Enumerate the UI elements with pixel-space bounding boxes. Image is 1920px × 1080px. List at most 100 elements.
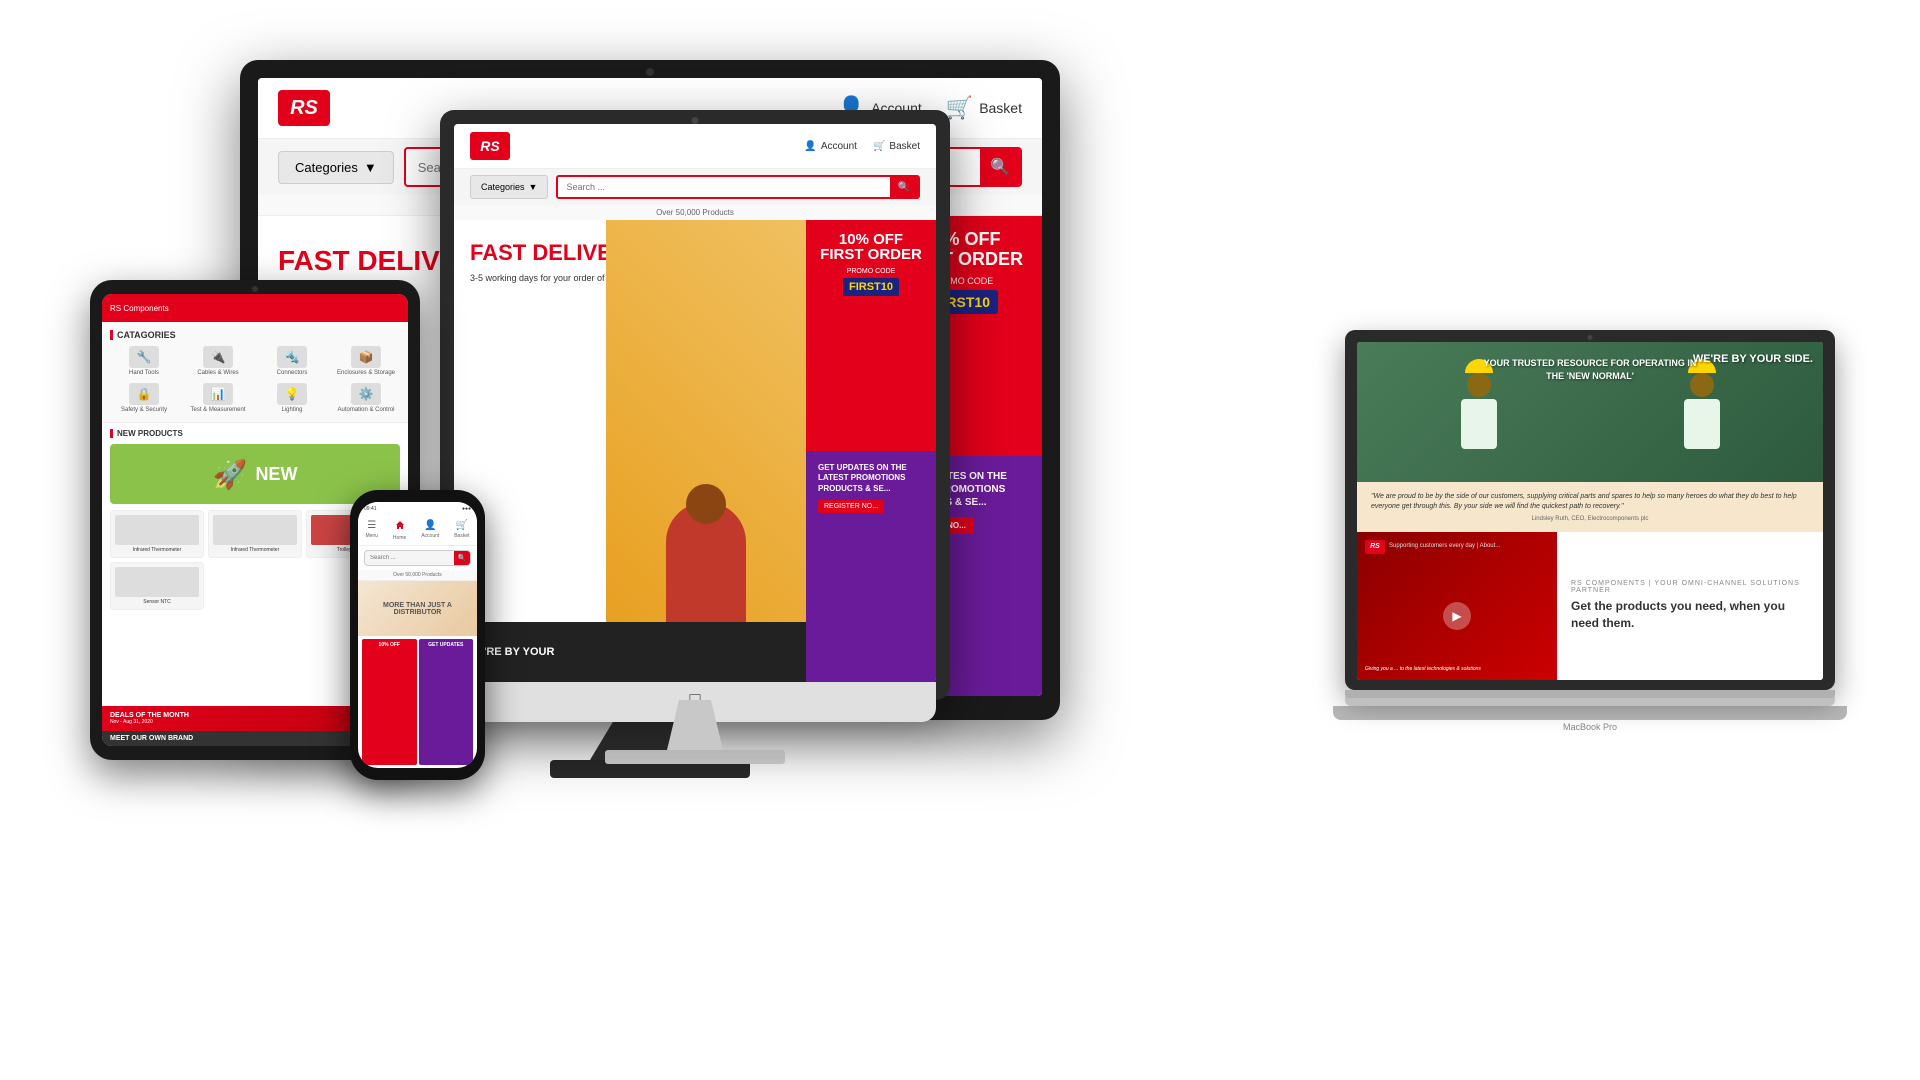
imac-basket-nav[interactable]: 🛒 Basket (873, 141, 920, 152)
imac-search-button[interactable]: 🔍 (890, 177, 918, 197)
automation-icon: ⚙️ (351, 383, 381, 405)
imac-updates-box: GET UPDATES ON THE LATEST PROMOTIONS PRO… (806, 451, 936, 682)
lighting-icon: 💡 (277, 383, 307, 405)
automation-label: Automation & Control (332, 407, 400, 414)
menu-icon: ☰ (367, 520, 376, 531)
product-infrared-1[interactable]: Infrared Thermometer (110, 510, 204, 558)
iphone-nav-menu-label: Menu (365, 533, 378, 539)
imac-camera (692, 117, 699, 124)
laptop-camera (1588, 335, 1593, 340)
imac-promo-off: 10% OFF (818, 232, 924, 247)
cables-label: Cables & Wires (184, 370, 252, 377)
new-label: NEW (255, 464, 297, 485)
rocket-icon: 🚀 (213, 458, 248, 491)
cat-test[interactable]: 📊 Test & Measurement (184, 383, 252, 414)
rs-logo: RS (278, 90, 330, 126)
iphone-nav-home-label: Home (393, 535, 406, 541)
imac-categories-button[interactable]: Categories ▼ (470, 175, 548, 199)
imac-account-icon: 👤 (804, 141, 816, 152)
hand-tools-label: Hand Tools (110, 370, 178, 377)
iphone-notch (393, 490, 443, 502)
laptop-video-title-text: Supporting customers every day | About..… (1389, 543, 1500, 551)
laptop-get-products: Get the products you need, when you need… (1571, 598, 1809, 632)
product-sensor[interactable]: Sensor NTC (110, 562, 204, 610)
main-scene: RS 👤 Account 🛒 Basket (0, 0, 1920, 1080)
test-icon: 📊 (203, 383, 233, 405)
basket-label: Basket (979, 100, 1022, 116)
laptop-hero-top: YOUR TRUSTED RESOURCE FOR OPERATING IN T… (1357, 342, 1823, 482)
test-label: Test & Measurement (184, 407, 252, 414)
cat-cables-wires[interactable]: 🔌 Cables & Wires (184, 346, 252, 377)
categories-button[interactable]: Categories ▼ (278, 151, 394, 184)
basket-nav-item[interactable]: 🛒 Basket (946, 95, 1022, 121)
product-img-4 (115, 567, 199, 597)
search-button[interactable]: 🔍 (980, 149, 1020, 185)
imac-base (605, 750, 785, 764)
iphone-search-button[interactable]: 🔍 (454, 551, 470, 565)
play-button[interactable]: ▶ (1443, 602, 1471, 630)
product-img-2 (213, 515, 297, 545)
iphone-updates: GET UPDATES (428, 642, 463, 648)
imac-banner-bottom: WE'RE BY YOUR (454, 622, 806, 682)
iphone-nav-account[interactable]: 👤 Account (421, 520, 439, 541)
iphone-frame: 09:41 ●●● ☰ Menu Home (350, 490, 485, 780)
imac-device: RS 👤 Account 🛒 Basket (440, 110, 950, 790)
cables-icon: 🔌 (203, 346, 233, 368)
connectors-icon: 🔩 (277, 346, 307, 368)
account-icon-mobile: 👤 (424, 520, 436, 531)
imac-over50k: Over 50,000 Products (454, 205, 936, 220)
iphone-10off: 10% OFF (379, 642, 400, 648)
imac-person-bg (606, 220, 806, 622)
imac-cat-label: Categories (481, 182, 525, 192)
imac-search-input[interactable] (558, 177, 890, 197)
iphone-hero: MORE THAN JUST A DISTRIBUTOR (358, 581, 477, 636)
deals-title: DEALS OF THE MONTH (110, 712, 189, 719)
lighting-label: Lighting (258, 407, 326, 414)
dropdown-icon: ▼ (364, 160, 377, 175)
imac-updates-title: GET UPDATES ON THE LATEST PROMOTIONS PRO… (818, 463, 924, 494)
product-name-2: Infrared Thermometer (213, 547, 297, 553)
iphone-nav-menu[interactable]: ☰ Menu (365, 520, 378, 541)
imac-screen: RS 👤 Account 🛒 Basket (454, 124, 936, 682)
enclosures-icon: 📦 (351, 346, 381, 368)
laptop-video-section: RS Supporting customers every day | Abou… (1357, 532, 1823, 680)
cat-hand-tools[interactable]: 🔧 Hand Tools (110, 346, 178, 377)
laptop-hinge (1345, 690, 1835, 698)
laptop-device: YOUR TRUSTED RESOURCE FOR OPERATING IN T… (1345, 330, 1835, 790)
safety-icon: 🔒 (129, 383, 159, 405)
iphone-search-bar: 🔍 (364, 550, 471, 566)
imac-over50k-text: Over 50,000 Products (656, 208, 734, 217)
iphone-content: 09:41 ●●● ☰ Menu Home (358, 502, 477, 768)
imac-search-area: Categories ▼ 🔍 (454, 169, 936, 205)
imac-search-wrap: 🔍 (556, 175, 920, 199)
iphone-nav-home[interactable]: Home (393, 520, 406, 541)
laptop-quote-text: "We are proud to be by the side of our c… (1371, 492, 1809, 512)
product-infrared-2[interactable]: Infrared Thermometer (208, 510, 302, 558)
imac-rs-site: RS 👤 Account 🛒 Basket (454, 124, 936, 682)
iphone-signal: ●●● (462, 506, 471, 512)
cat-enclosures[interactable]: 📦 Enclosures & Storage (332, 346, 400, 377)
ipad-cat-grid: 🔧 Hand Tools 🔌 Cables & Wires 🔩 Connecto… (110, 346, 400, 414)
deals-info: DEALS OF THE MONTH Nov - Aug 31, 2020 (110, 712, 189, 725)
imac-account-nav[interactable]: 👤 Account (804, 141, 857, 152)
cat-safety[interactable]: 🔒 Safety & Security (110, 383, 178, 414)
iphone-nav-basket[interactable]: 🛒 Basket (454, 520, 469, 541)
hand-tools-icon: 🔧 (129, 346, 159, 368)
ipad-cat-title: CATAGORIES (110, 330, 400, 340)
laptop-info-panel: RS Components | YOUR OMNI-CHANNEL SOLUTI… (1557, 532, 1823, 680)
imac-promo-code: FIRST10 (843, 278, 899, 296)
laptop-bottom (1333, 706, 1848, 720)
laptop-quote-author: Lindsley Ruth, CEO, Electrocomponents pl… (1371, 516, 1809, 522)
cat-automation[interactable]: ⚙️ Automation & Control (332, 383, 400, 414)
cat-lighting[interactable]: 💡 Lighting (258, 383, 326, 414)
imac-register-button[interactable]: REGISTER NO... (818, 500, 884, 513)
iphone-promo-red: 10% OFF (362, 639, 417, 765)
laptop-quote-box: "We are proud to be by the side of our c… (1357, 482, 1823, 532)
imac-basket-label: Basket (889, 141, 920, 152)
iphone-nav-account-label: Account (421, 533, 439, 539)
iphone-search-input[interactable] (365, 552, 454, 564)
laptop-partner-label: RS Components | YOUR OMNI-CHANNEL SOLUTI… (1571, 580, 1809, 594)
cat-connectors[interactable]: 🔩 Connectors (258, 346, 326, 377)
laptop-video-bg: RS Supporting customers every day | Abou… (1357, 532, 1557, 680)
categories-label: Categories (295, 160, 358, 175)
